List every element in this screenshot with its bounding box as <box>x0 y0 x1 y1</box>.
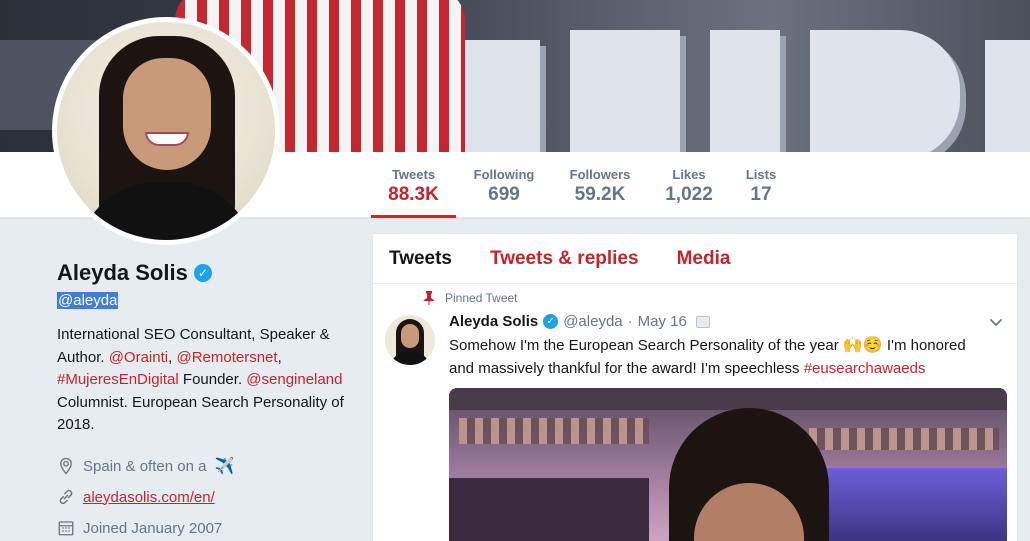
tweet-photo[interactable] <box>449 388 1007 541</box>
stat-label: Following <box>473 167 535 182</box>
bio-separator: , <box>277 348 282 366</box>
stat-label: Tweets <box>391 167 436 182</box>
stat-label: Lists <box>745 167 777 182</box>
tab-tweets-and-replies[interactable]: Tweets & replies <box>490 248 639 270</box>
stat-value: 1,022 <box>665 184 713 205</box>
tweet-author-handle[interactable]: @aleyda <box>563 313 622 330</box>
profile-location: Spain & often on a ✈️ <box>57 451 357 482</box>
profile-website: aleydasolis.com/en/ <box>57 482 357 513</box>
stat-tweets[interactable]: Tweets 88.3K <box>371 152 456 218</box>
photo-stage-shape <box>449 478 649 541</box>
stat-lists[interactable]: Lists 17 <box>740 152 782 218</box>
profile-name[interactable]: Aleyda Solis <box>57 260 188 286</box>
tweet-author-name[interactable]: Aleyda Solis <box>449 313 538 330</box>
photo-ceiling-shape <box>449 388 1007 410</box>
banner-letters <box>430 30 1030 152</box>
avatar-photo <box>57 22 275 240</box>
profile-meta: Spain & often on a ✈️ aleydasolis.com/en… <box>57 451 357 541</box>
photo-balcony-shape <box>459 418 649 444</box>
tweet-date[interactable]: May 16 <box>638 313 687 330</box>
photo-balcony-shape <box>809 428 999 450</box>
media-indicator-icon <box>695 315 710 328</box>
banner-letter-shape <box>810 30 960 152</box>
timeline-tabs: Tweets Tweets & replies Media <box>373 234 1017 284</box>
stat-label: Likes <box>672 167 706 182</box>
stat-value: 88.3K <box>388 184 439 205</box>
link-icon <box>59 489 73 505</box>
tweet-hashtag[interactable]: #eusearchawaeds <box>804 360 926 377</box>
profile-info: Aleyda Solis ✓ @aleyda International SEO… <box>57 260 357 541</box>
tweet-avatar[interactable] <box>385 315 435 365</box>
stat-label: Followers <box>569 167 631 182</box>
stat-value: 17 <box>750 184 772 205</box>
name-row: Aleyda Solis ✓ <box>57 260 357 286</box>
stat-value: 699 <box>488 184 520 205</box>
banner-letter-shape <box>710 30 780 152</box>
bio-mention-sengineland[interactable]: @sengineland <box>246 371 342 388</box>
profile-joined: Joined January 2007 <box>57 513 357 541</box>
tweet-text-part: Somehow I'm the European Search Personal… <box>449 337 843 354</box>
stat-value: 59.2K <box>574 184 626 205</box>
tweet-text: Somehow I'm the European Search Personal… <box>449 335 989 380</box>
tweet-emojis: 🙌☺️ <box>842 337 883 354</box>
pinned-label: Pinned Tweet <box>445 291 518 305</box>
calendar-icon <box>58 521 74 536</box>
airplane-emoji-icon: ✈️ <box>214 458 235 475</box>
bio-text: Founder. <box>178 371 247 388</box>
map-pin-icon <box>60 457 72 475</box>
verified-badge-icon: ✓ <box>543 314 559 329</box>
tab-tweets[interactable]: Tweets <box>389 248 452 270</box>
tweet-separator: · <box>627 313 633 330</box>
banner-letter-shape <box>570 30 680 152</box>
photo-stage-lights-shape <box>819 468 1007 541</box>
profile-handle[interactable]: @aleyda <box>57 292 119 309</box>
bio-text: Columnist. European Search Personality o… <box>57 393 344 434</box>
pin-icon <box>424 291 434 305</box>
tab-media[interactable]: Media <box>677 248 731 270</box>
bio-mention-remotersnet[interactable]: @Remotersnet <box>176 349 277 366</box>
timeline: Tweets Tweets & replies Media Pinned Twe… <box>372 233 1018 541</box>
profile-avatar[interactable] <box>52 17 280 245</box>
bio-hashtag-mujeresendigital[interactable]: #MujeresEnDigital <box>57 371 179 388</box>
verified-badge-icon: ✓ <box>193 264 212 282</box>
stat-followers[interactable]: Followers 59.2K <box>562 152 638 218</box>
pinned-indicator: Pinned Tweet <box>423 291 518 305</box>
location-text: Spain & often on a <box>83 457 207 475</box>
avatar-face-shape <box>123 58 211 170</box>
website-link[interactable]: aleydasolis.com/en/ <box>83 489 215 506</box>
tweet-avatar-face-shape <box>401 324 419 348</box>
profile-bio: International SEO Consultant, Speaker & … <box>57 324 347 437</box>
banner-letter-shape <box>985 40 1030 152</box>
bio-mention-orainti[interactable]: @Orainti <box>109 349 168 366</box>
stat-likes[interactable]: Likes 1,022 <box>658 152 720 218</box>
joined-text: Joined January 2007 <box>83 519 223 537</box>
tweet-header: Aleyda Solis ✓ @aleyda · May 16 <box>449 313 710 330</box>
stat-following[interactable]: Following 699 <box>466 152 542 218</box>
chevron-down-icon[interactable] <box>989 315 1003 329</box>
